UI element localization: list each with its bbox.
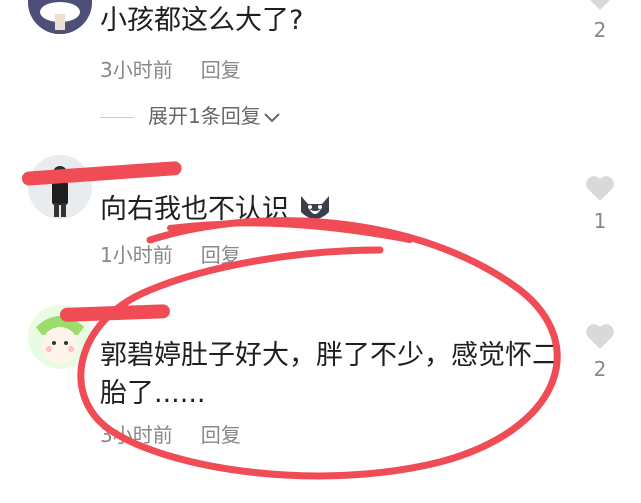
avatar[interactable] (28, 155, 92, 219)
comment-time: 1小时前 (100, 243, 173, 267)
person-photo-avatar-icon (28, 155, 92, 219)
like-count: 2 (593, 357, 607, 381)
comment-text: 小孩都这么大了? (100, 5, 304, 36)
chevron-down-icon (264, 112, 280, 122)
comment-meta: 3小时前 回复 (100, 419, 241, 448)
like-button[interactable]: 1 (580, 173, 620, 233)
husky-emoji-icon (300, 196, 329, 219)
reply-button[interactable]: 回复 (201, 58, 241, 82)
mushroom-avatar-icon (28, 0, 92, 34)
expand-replies-button[interactable]: 展开1条回复 (100, 100, 281, 129)
comment-3: 郭碧婷肚子好大，胖了不少，感觉怀二 胎了...... 3小时前 回复 2 (0, 305, 641, 455)
comment-meta: 3小时前 回复 (100, 54, 241, 83)
comment-time: 3小时前 (100, 58, 173, 82)
like-button[interactable]: 2 (580, 0, 620, 42)
reply-button[interactable]: 回复 (201, 423, 241, 447)
comment-text-line2: 胎了...... (100, 378, 206, 409)
comment-time: 3小时前 (100, 423, 173, 447)
expand-replies-label: 展开1条回复 (148, 104, 261, 128)
comment-text-content: 向右我也不认识 (100, 194, 289, 225)
comment-text-line1: 郭碧婷肚子好大，胖了不少，感觉怀二 (100, 340, 559, 371)
reply-button[interactable]: 回复 (201, 243, 241, 267)
like-count: 1 (593, 209, 607, 233)
comment-1: 小孩都这么大了? 3小时前 回复 2 (0, 0, 641, 90)
heart-icon (586, 324, 614, 349)
comment-text: 向右我也不认识 (100, 191, 332, 229)
like-button[interactable]: 2 (580, 321, 620, 381)
comment-text: 郭碧婷肚子好大，胖了不少，感觉怀二 胎了...... (100, 337, 559, 413)
heart-icon (590, 0, 610, 10)
avatar[interactable] (28, 0, 92, 34)
divider-line (100, 117, 134, 118)
heart-icon (586, 176, 614, 201)
like-count: 2 (593, 18, 607, 42)
comment-meta: 1小时前 回复 (100, 239, 241, 268)
